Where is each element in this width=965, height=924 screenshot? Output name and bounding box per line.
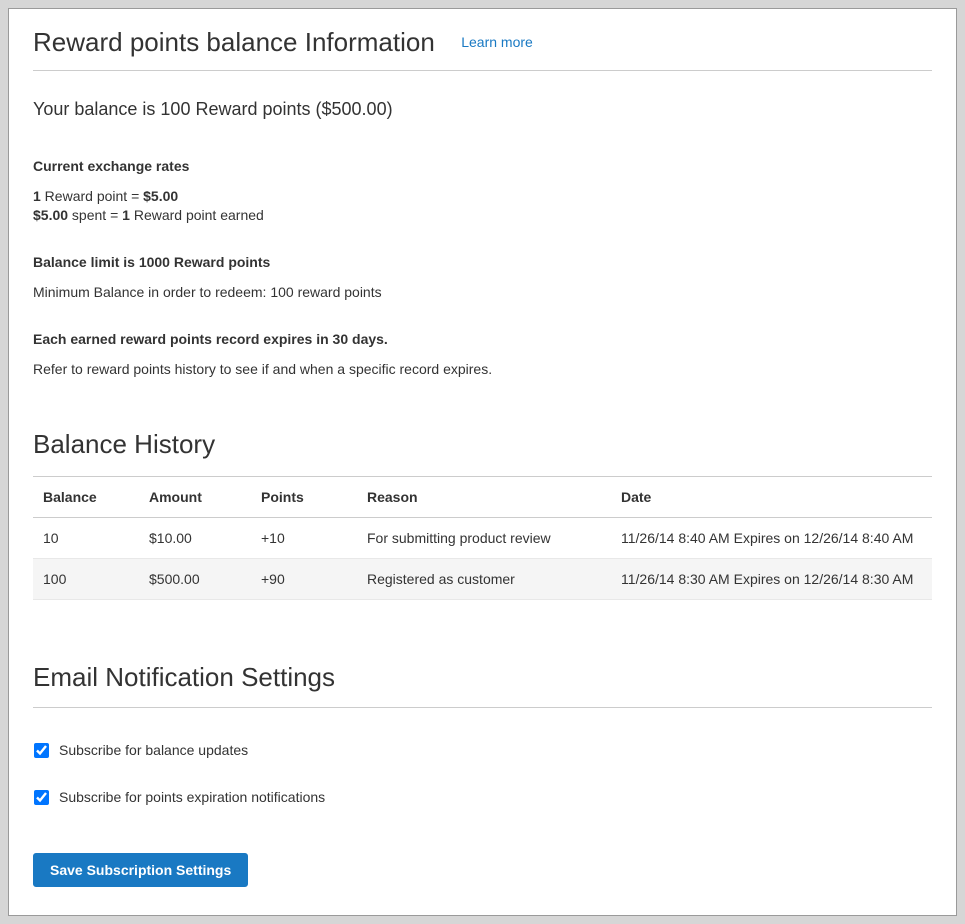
balance-summary: Your balance is 100 Reward points ($500.… bbox=[33, 99, 932, 120]
reward-points-page: Reward points balance Information Learn … bbox=[8, 8, 957, 916]
rate-point-to-currency: 1 Reward point = $5.00 bbox=[33, 187, 932, 206]
column-header-date: Date bbox=[611, 477, 932, 518]
balance-updates-label: Subscribe for balance updates bbox=[59, 742, 248, 758]
rate-points-value: 1 bbox=[33, 188, 41, 204]
cell-date: 11/26/14 8:40 AM Expires on 12/26/14 8:4… bbox=[611, 518, 932, 559]
balance-updates-checkbox[interactable] bbox=[34, 743, 49, 758]
exchange-rates-heading: Current exchange rates bbox=[33, 158, 932, 174]
cell-balance: 100 bbox=[33, 559, 139, 600]
balance-limit-heading: Balance limit is 1000 Reward points bbox=[33, 254, 932, 270]
learn-more-link[interactable]: Learn more bbox=[461, 34, 533, 50]
cell-reason: Registered as customer bbox=[357, 559, 611, 600]
table-header-row: Balance Amount Points Reason Date bbox=[33, 477, 932, 518]
cell-reason: For submitting product review bbox=[357, 518, 611, 559]
table-row: 10 $10.00 +10 For submitting product rev… bbox=[33, 518, 932, 559]
expiration-notifications-checkbox[interactable] bbox=[34, 790, 49, 805]
column-header-reason: Reason bbox=[357, 477, 611, 518]
balance-history-title: Balance History bbox=[33, 429, 932, 460]
header-divider bbox=[33, 70, 932, 71]
cell-points: +10 bbox=[251, 518, 357, 559]
column-header-balance: Balance bbox=[33, 477, 139, 518]
rate-currency-value: $5.00 bbox=[143, 188, 178, 204]
balance-history-table: Balance Amount Points Reason Date 10 $10… bbox=[33, 476, 932, 600]
minimum-balance-note: Minimum Balance in order to redeem: 100 … bbox=[33, 284, 932, 300]
expiration-notifications-option[interactable]: Subscribe for points expiration notifica… bbox=[33, 789, 932, 805]
rate-currency-to-point: $5.00 spent = 1 Reward point earned bbox=[33, 206, 932, 225]
cell-amount: $500.00 bbox=[139, 559, 251, 600]
exchange-rate-lines: 1 Reward point = $5.00 $5.00 spent = 1 R… bbox=[33, 187, 932, 225]
spend-middle-text: spent = bbox=[68, 207, 122, 223]
cell-balance: 10 bbox=[33, 518, 139, 559]
expiry-heading: Each earned reward points record expires… bbox=[33, 331, 932, 347]
column-header-points: Points bbox=[251, 477, 357, 518]
expiration-notifications-label: Subscribe for points expiration notifica… bbox=[59, 789, 325, 805]
table-row: 100 $500.00 +90 Registered as customer 1… bbox=[33, 559, 932, 600]
rate-middle-text: Reward point = bbox=[41, 188, 143, 204]
cell-points: +90 bbox=[251, 559, 357, 600]
page-header: Reward points balance Information Learn … bbox=[33, 9, 932, 70]
balance-updates-option[interactable]: Subscribe for balance updates bbox=[33, 742, 932, 758]
page-title: Reward points balance Information bbox=[33, 27, 435, 58]
column-header-amount: Amount bbox=[139, 477, 251, 518]
cell-amount: $10.00 bbox=[139, 518, 251, 559]
cell-date: 11/26/14 8:30 AM Expires on 12/26/14 8:3… bbox=[611, 559, 932, 600]
spend-suffix-text: Reward point earned bbox=[130, 207, 264, 223]
email-settings-divider bbox=[33, 707, 932, 708]
expiry-note: Refer to reward points history to see if… bbox=[33, 361, 932, 377]
email-settings-title: Email Notification Settings bbox=[33, 662, 932, 693]
table-body: 10 $10.00 +10 For submitting product rev… bbox=[33, 518, 932, 600]
table-header: Balance Amount Points Reason Date bbox=[33, 477, 932, 518]
spend-currency-value: $5.00 bbox=[33, 207, 68, 223]
spend-points-value: 1 bbox=[122, 207, 130, 223]
